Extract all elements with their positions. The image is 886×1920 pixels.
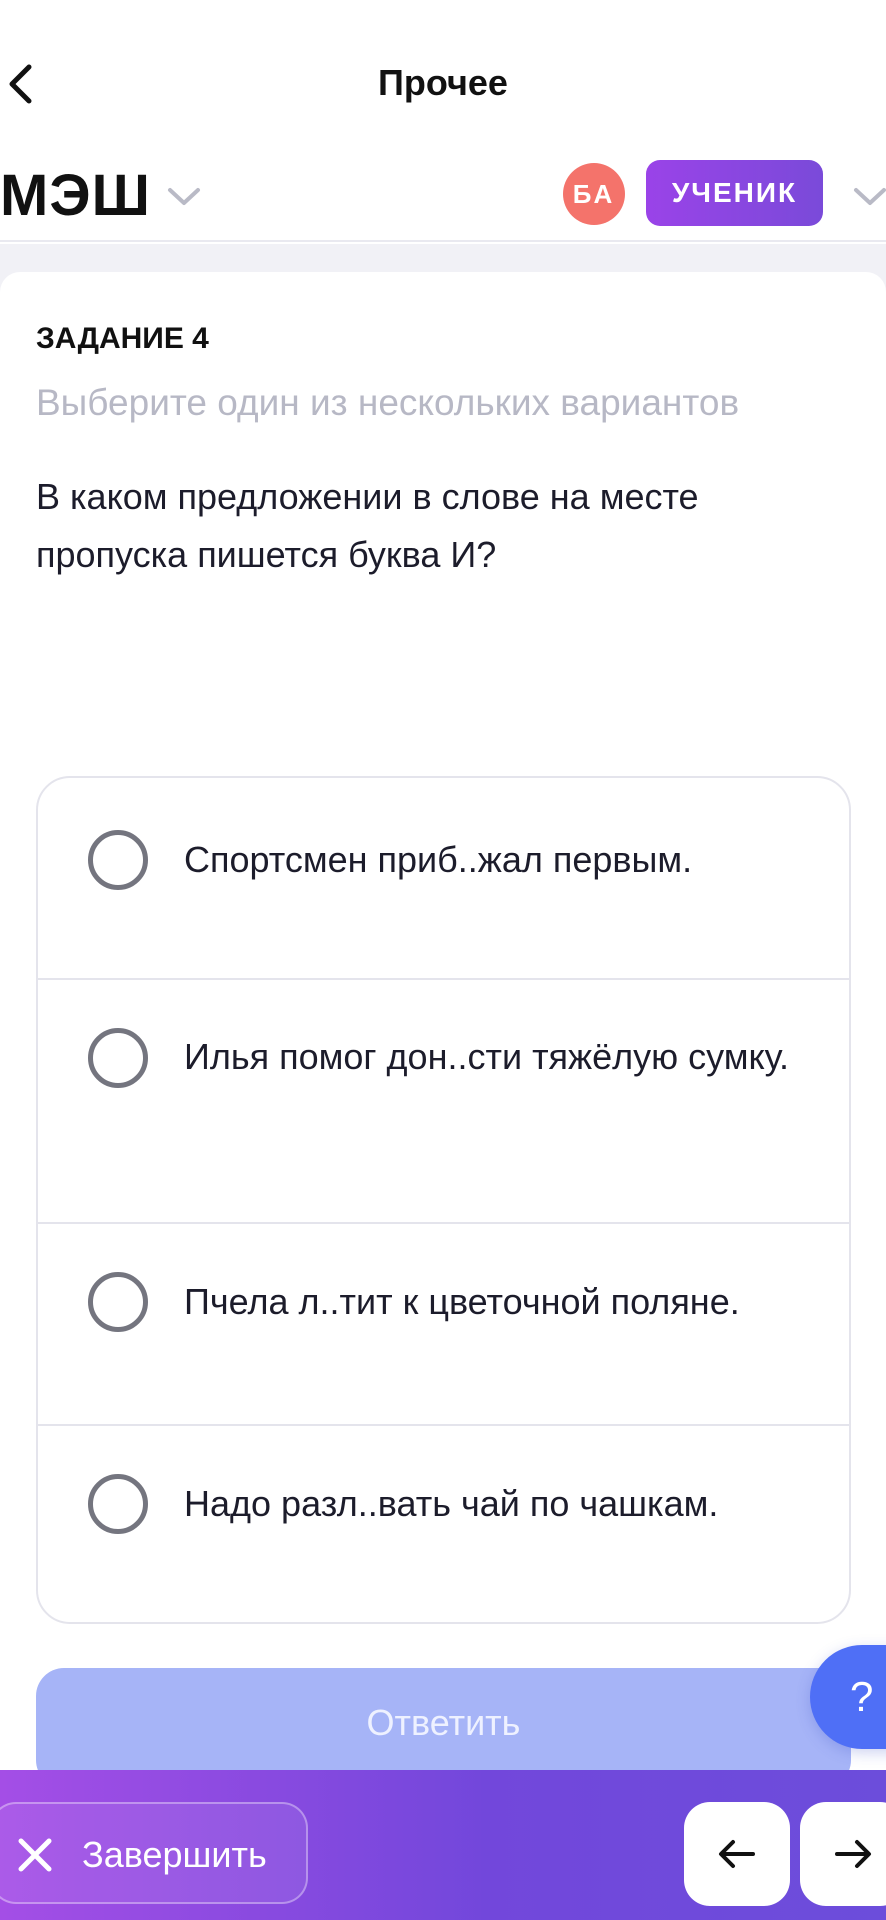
app-bar: МЭШ БА УЧЕНИК — [0, 150, 886, 242]
radio-button[interactable] — [88, 830, 148, 890]
answer-option-text: Илья помог дон..сти тяжёлую сумку. — [184, 1036, 790, 1077]
finish-label: Завершить — [82, 1834, 267, 1875]
task-question: В каком предложении в слове на месте про… — [36, 476, 699, 575]
answer-option-1[interactable]: Спортсмен приб..жал первым. — [38, 778, 849, 978]
page-title: Прочее — [378, 62, 508, 103]
answer-option-text: Надо разл..вать чай по чашкам. — [184, 1483, 719, 1524]
answer-options: Спортсмен приб..жал первым. Илья помог д… — [36, 776, 851, 1624]
chevron-down-icon[interactable] — [166, 182, 202, 210]
radio-button[interactable] — [88, 1028, 148, 1088]
task-label: ЗАДАНИЕ 4 — [36, 322, 209, 355]
arrow-right-icon — [835, 1840, 871, 1868]
previous-task-button[interactable] — [684, 1802, 790, 1906]
next-task-button[interactable] — [800, 1802, 886, 1906]
answer-option-text: Спортсмен приб..жал первым. — [184, 839, 693, 880]
top-bar: Прочее — [0, 0, 886, 150]
finish-button[interactable]: Завершить — [0, 1802, 308, 1904]
answer-option-4[interactable]: Надо разл..вать чай по чашкам. — [38, 1424, 849, 1622]
answer-option-text: Пчела л..тит к цветочной поляне. — [184, 1281, 740, 1322]
arrow-left-icon — [719, 1840, 755, 1868]
close-icon — [18, 1838, 52, 1872]
radio-button[interactable] — [88, 1474, 148, 1534]
answer-option-3[interactable]: Пчела л..тит к цветочной поляне. — [38, 1222, 849, 1424]
answer-option-2[interactable]: Илья помог дон..сти тяжёлую сумку. — [38, 978, 849, 1222]
task-instruction: Выберите один из нескольких вариантов — [36, 382, 740, 423]
radio-button[interactable] — [88, 1272, 148, 1332]
brand-logo[interactable]: МЭШ — [0, 162, 151, 229]
chevron-down-icon[interactable] — [852, 182, 886, 210]
avatar[interactable]: БА — [563, 163, 625, 225]
role-badge[interactable]: УЧЕНИК — [646, 160, 823, 226]
bottom-bar: Завершить — [0, 1770, 886, 1920]
